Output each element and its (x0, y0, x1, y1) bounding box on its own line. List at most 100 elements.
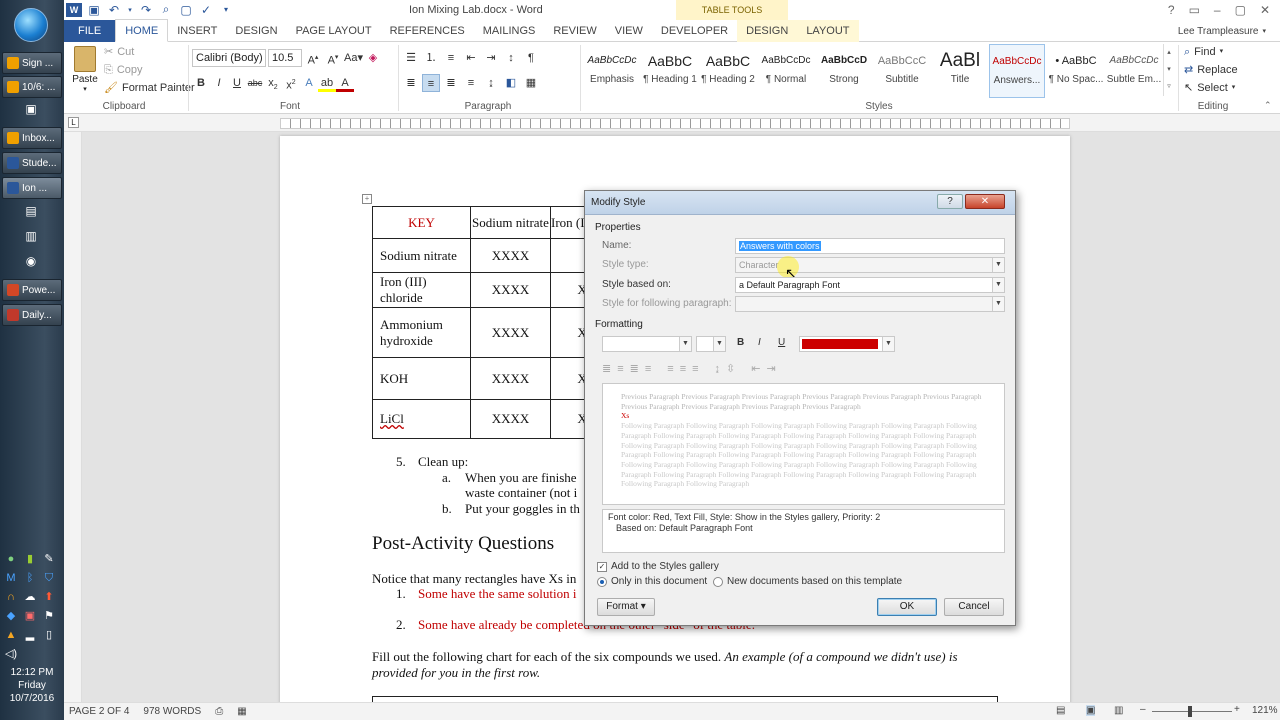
style-no-spacing[interactable]: • AaBbC ¶ No Spac... (1048, 44, 1104, 98)
taskbar-item-5[interactable]: Ion ... (2, 177, 62, 199)
proofing-icon[interactable]: ⎙ (215, 706, 223, 717)
align-right-icon[interactable]: ≣ (630, 362, 639, 375)
horizontal-ruler[interactable]: L (64, 114, 1280, 132)
volume-icon[interactable]: ◁) (4, 647, 18, 661)
dropdown-icon[interactable]: ▾ (126, 6, 134, 14)
cut-button[interactable]: ✂ Cut (104, 43, 134, 61)
borders-icon[interactable]: ▦ (522, 74, 540, 92)
read-mode-icon[interactable]: ▤ (1056, 705, 1065, 716)
clear-formatting-icon[interactable]: ◈ (364, 49, 382, 67)
tab-view[interactable]: VIEW (606, 20, 652, 42)
ribbon-display-icon[interactable]: ▭ (1189, 3, 1200, 17)
align-center-icon[interactable]: ≡ (422, 74, 440, 92)
format-bold-button[interactable]: B (737, 337, 744, 348)
start-button[interactable] (14, 8, 48, 42)
taskbar-pinned-icon[interactable]: ▥ (20, 229, 42, 247)
bullets-icon[interactable]: ☰ (402, 49, 420, 67)
close-button[interactable]: ✕ (1260, 3, 1270, 17)
tab-home[interactable]: HOME (115, 19, 169, 42)
word-logo-icon[interactable]: W (66, 2, 82, 17)
change-case-icon[interactable]: Aa▾ (344, 49, 363, 67)
ok-button[interactable]: OK (877, 598, 937, 616)
maximize-button[interactable]: ▢ (1235, 3, 1246, 17)
new-documents-radio[interactable]: New documents based on this template (713, 576, 902, 587)
shield-icon[interactable]: ⛉ (42, 571, 56, 585)
distributed-icon[interactable]: ≡ (667, 363, 673, 375)
text-effects-icon[interactable]: A (300, 74, 318, 92)
table-cell[interactable]: KOH (372, 357, 471, 400)
customize-qat-icon[interactable]: ▾ (218, 5, 234, 14)
table-cell[interactable]: XXXX (470, 307, 551, 358)
headset-icon[interactable]: ∩ (4, 590, 18, 604)
zoom-slider[interactable] (1152, 711, 1232, 712)
taskbar-item-6[interactable]: Powe... (2, 279, 62, 301)
tab-page-layout[interactable]: PAGE LAYOUT (287, 20, 381, 42)
user-name[interactable]: Lee Trampleasure (1178, 26, 1259, 37)
undo-icon[interactable]: ↶ (106, 3, 122, 17)
table-cell[interactable]: XXXX (470, 357, 551, 400)
taskbar-pinned-icon[interactable]: ▤ (20, 204, 42, 222)
word-count[interactable]: 978 WORDS (143, 706, 201, 717)
decrease-indent-icon[interactable]: ⇤ (462, 49, 480, 67)
zoom-out-button[interactable]: – (1140, 704, 1146, 715)
print-layout-icon[interactable]: ▣ (1086, 705, 1096, 716)
align-center-icon[interactable]: ≡ (617, 363, 623, 375)
flag-icon[interactable]: ⚑ (42, 609, 56, 623)
increase-indent-icon[interactable]: ⇥ (766, 362, 775, 375)
tray-icon[interactable]: ▣ (23, 609, 37, 623)
styles-scroll[interactable]: ▴ ▾ ▿ (1163, 44, 1174, 96)
taskbar-pinned-icon[interactable]: ▣ (20, 102, 42, 120)
format-menu-button[interactable]: Format ▾ (597, 598, 655, 616)
font-size-combo[interactable]: 10.5 (268, 49, 302, 67)
based-on-select[interactable]: a Default Paragraph Font ▼ (735, 277, 1005, 293)
format-size-select[interactable]: ▼ (696, 336, 726, 352)
tray-icon[interactable]: ✎ (42, 552, 56, 566)
bold-button[interactable]: B (192, 74, 210, 92)
taskbar-pinned-icon[interactable]: ◉ (20, 254, 42, 272)
only-this-document-radio[interactable]: Only in this document (597, 576, 707, 587)
shading-icon[interactable]: ◧ (502, 74, 520, 92)
copy-button[interactable]: ⎘ Copy (104, 61, 143, 79)
tab-file[interactable]: FILE (64, 19, 116, 42)
taskbar-item-4[interactable]: Stude... (2, 152, 62, 174)
table-header-cell[interactable]: Sodium nitrate (470, 206, 551, 239)
tab-table-layout[interactable]: LAYOUT (797, 19, 859, 42)
table-cell[interactable]: XXXX (470, 272, 551, 308)
save-icon[interactable]: ▣ (86, 3, 102, 17)
tab-mailings[interactable]: MAILINGS (474, 20, 545, 42)
style-normal[interactable]: AaBbCcDc ¶ Normal (758, 44, 814, 98)
increase-indent-icon[interactable]: ⇥ (482, 49, 500, 67)
replace-button[interactable]: ⇄ Replace (1184, 61, 1238, 79)
find-button[interactable]: ⌕ Find ▾ (1184, 43, 1223, 61)
taskbar-item-3[interactable]: Inbox... (2, 127, 62, 149)
help-icon[interactable]: ? (1168, 3, 1175, 17)
table-move-handle-icon[interactable]: + (362, 194, 372, 204)
tray-icon[interactable]: ▮ (23, 552, 37, 566)
tab-table-design[interactable]: DESIGN (737, 19, 798, 42)
style-subtitle[interactable]: AaBbCcC Subtitle (874, 44, 930, 98)
justify-icon[interactable]: ≡ (645, 363, 651, 375)
strikethrough-button[interactable]: abc (246, 74, 264, 92)
italic-button[interactable]: I (210, 74, 228, 92)
decrease-indent-icon[interactable]: ⇤ (751, 362, 760, 375)
show-formatting-icon[interactable]: ¶ (522, 49, 540, 67)
shrink-font-icon[interactable]: A▾ (324, 49, 342, 67)
collapse-ribbon-icon[interactable]: ⌃ (1264, 100, 1272, 111)
table-cell[interactable]: Iron (III) chloride (372, 272, 471, 308)
select-button[interactable]: ↖ Select ▾ (1184, 79, 1235, 97)
style-strong[interactable]: AaBbCcD Strong (816, 44, 872, 98)
spacing-icon[interactable]: ≡ (692, 363, 698, 375)
update-icon[interactable]: ⬆ (42, 590, 56, 604)
subscript-button[interactable]: x2 (264, 74, 282, 92)
style-emphasis[interactable]: AaBbCcDc Emphasis (584, 44, 640, 98)
align-left-icon[interactable]: ≣ (402, 74, 420, 92)
web-layout-icon[interactable]: ▥ (1114, 705, 1123, 716)
tray-icon[interactable]: ● (4, 552, 18, 566)
paragraph-spacing-icon[interactable]: ⇳ (726, 362, 735, 375)
table-header-cell[interactable]: KEY (372, 206, 471, 239)
font-color-icon[interactable]: A (336, 74, 354, 92)
dialog-close-button[interactable]: ✕ (965, 194, 1005, 209)
print-preview-icon[interactable]: ⌕ (158, 2, 174, 17)
paste-button[interactable]: Paste ▾ (68, 46, 102, 96)
style-type-select[interactable]: Character ▼ (735, 257, 1005, 273)
